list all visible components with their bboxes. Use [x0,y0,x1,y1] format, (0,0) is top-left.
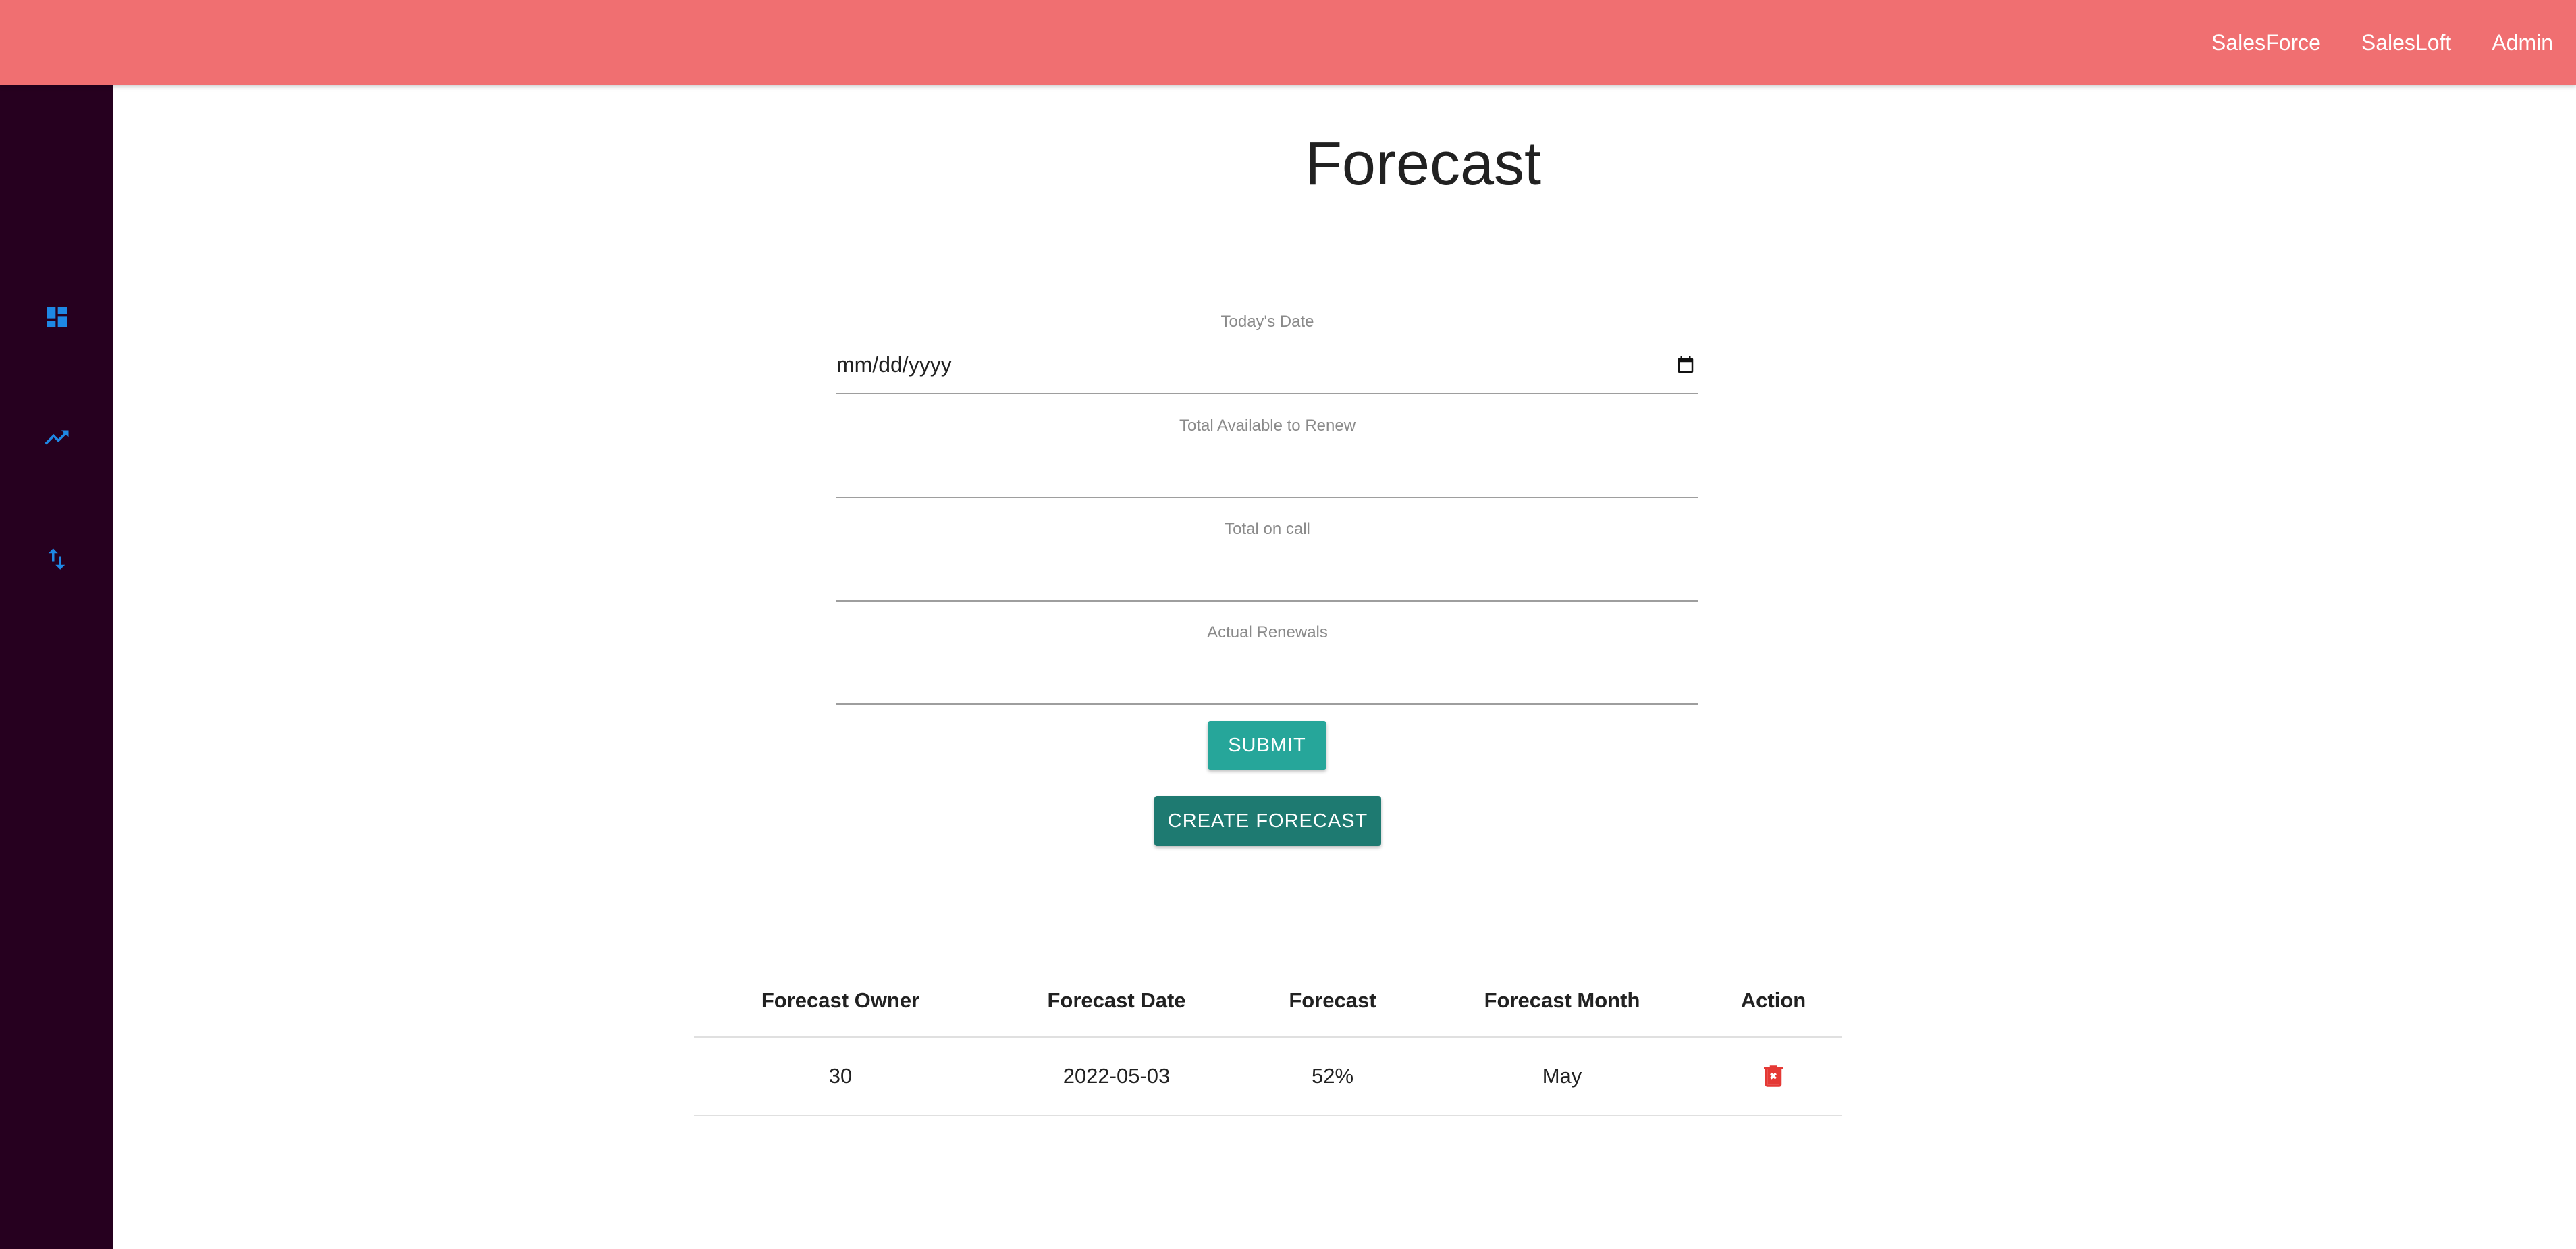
calendar-icon[interactable] [1675,354,1696,375]
header-action: Action [1705,964,1842,1038]
nav-link-salesloft[interactable]: SalesLoft [2361,30,2451,55]
nav-link-salesforce[interactable]: SalesForce [2211,30,2321,55]
total-available-input[interactable] [836,436,1698,498]
top-app-bar: SalesForce SalesLoft Admin [0,0,2576,85]
total-on-call-field: Total on call [836,519,1698,602]
page-title: Forecast [1304,130,1542,198]
cell-forecast-date: 2022-05-03 [987,1037,1246,1116]
cell-forecast-month: May [1419,1037,1705,1116]
header-forecast: Forecast [1246,964,1419,1038]
nav-link-admin[interactable]: Admin [2492,30,2553,55]
forecast-table: Forecast Owner Forecast Date Forecast Fo… [694,964,1842,1116]
actual-renewals-label: Actual Renewals [1207,623,1328,641]
cell-forecast-owner: 30 [694,1037,987,1116]
table-header-row: Forecast Owner Forecast Date Forecast Fo… [694,964,1842,1038]
total-on-call-input[interactable] [836,539,1698,602]
todays-date-label: Today's Date [1220,313,1314,331]
actual-renewals-field: Actual Renewals [836,622,1698,705]
create-forecast-button[interactable]: CREATE FORECAST [1154,796,1381,846]
todays-date-value: mm/dd/yyyy [836,352,952,377]
main-content: Forecast Today's Date mm/dd/yyyy Total A… [113,85,2576,1249]
cell-forecast: 52% [1246,1037,1419,1116]
swap-vertical-icon[interactable] [39,541,74,577]
header-forecast-month: Forecast Month [1419,964,1705,1038]
header-forecast-owner: Forecast Owner [694,964,987,1038]
header-forecast-date: Forecast Date [987,964,1246,1038]
trash-icon[interactable] [1759,1062,1788,1090]
table-row: 30 2022-05-03 52% May [694,1037,1842,1116]
todays-date-field: Today's Date mm/dd/yyyy [836,312,1698,394]
total-on-call-label: Total on call [1225,520,1310,538]
total-available-label: Total Available to Renew [1179,417,1356,435]
dashboard-icon[interactable] [39,300,74,335]
actual-renewals-input[interactable] [836,643,1698,705]
top-nav: SalesForce SalesLoft Admin [2211,0,2553,85]
trending-up-icon[interactable] [39,420,74,455]
sidebar [0,85,113,1249]
todays-date-input[interactable]: mm/dd/yyyy [836,332,1698,394]
submit-button[interactable]: SUBMIT [1208,721,1326,770]
total-available-field: Total Available to Renew [836,416,1698,498]
cell-action [1705,1037,1842,1116]
